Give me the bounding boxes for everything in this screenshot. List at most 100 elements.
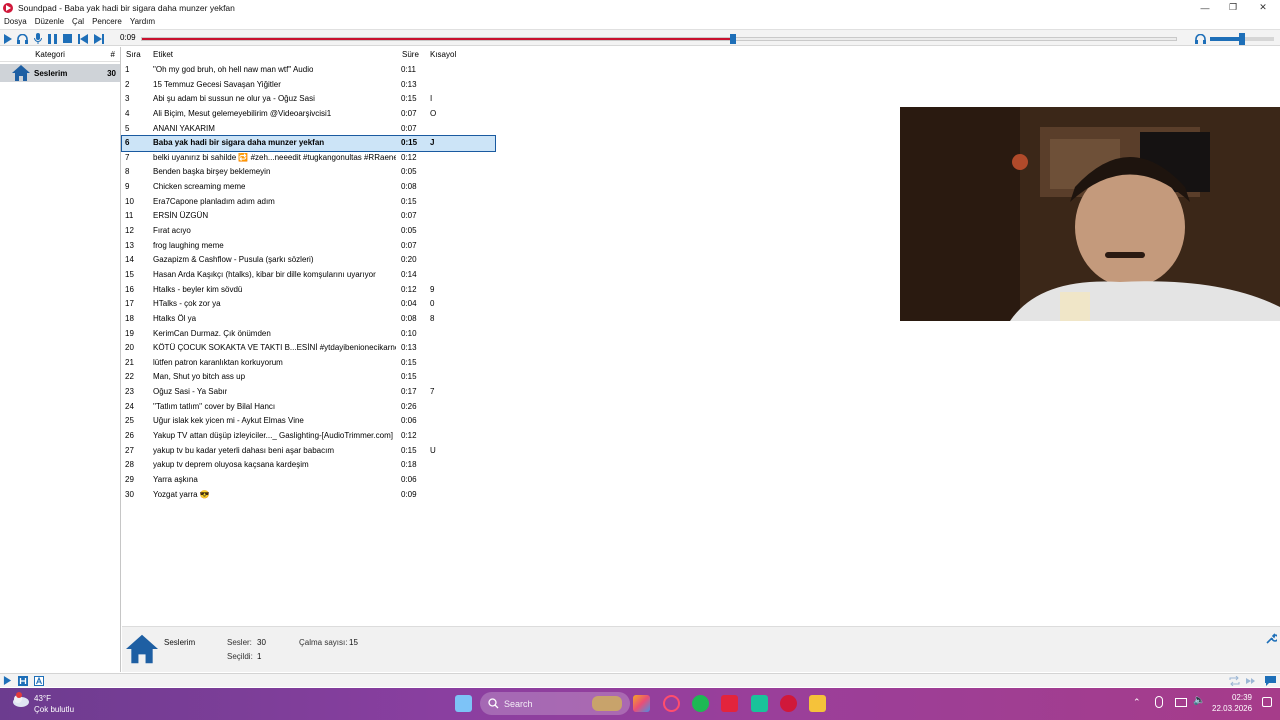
network-icon[interactable] <box>1175 698 1187 707</box>
soundpad-logo-icon <box>3 2 13 13</box>
table-row[interactable]: 16 Htalks - beyler kim sövdü 0:12 9 <box>122 283 502 298</box>
column-duration[interactable]: Süre <box>402 50 419 59</box>
weather-cloud-icon[interactable] <box>12 691 30 709</box>
table-row[interactable]: 29 Yarra aşkına 0:06 <box>122 473 502 488</box>
sound-list-header: Sıra Etiket Süre Kısayol <box>122 47 502 62</box>
table-row[interactable]: 5 ANANI YAKARIM 0:07 <box>122 122 502 137</box>
chevron-up-icon[interactable]: ⌃ <box>1133 697 1141 708</box>
table-row[interactable]: 30 Yozgat yarra 😎 0:09 <box>122 488 502 503</box>
column-label[interactable]: Etiket <box>153 50 173 59</box>
table-row[interactable]: 27 yakup tv bu kadar yeterli dahası beni … <box>122 444 502 459</box>
sound-duration: 0:20 <box>401 255 417 265</box>
volume-slider[interactable] <box>1210 33 1274 45</box>
menu-window[interactable]: Pencere <box>92 17 122 26</box>
table-row[interactable]: 18 Htalks Öl ya 0:08 8 <box>122 312 502 327</box>
table-row[interactable]: 28 yakup tv deprem oluyosa kaçsana kardeş… <box>122 458 502 473</box>
search-placeholder: Search <box>504 699 533 709</box>
table-row[interactable]: 1 "Oh my god bruh, oh hell naw man wtf" A… <box>122 63 502 78</box>
copilot-icon[interactable] <box>633 695 650 712</box>
play-small-icon[interactable] <box>3 676 12 685</box>
wrench-icon[interactable] <box>1266 633 1277 644</box>
table-row[interactable]: 14 Gazapizm & Cashflow - Pusula (şarkı sö… <box>122 253 502 268</box>
table-row[interactable]: 22 Man, Shut yo bitch ass up 0:15 <box>122 370 502 385</box>
table-row[interactable]: 17 HTalks - çok zor ya 0:04 0 <box>122 297 502 312</box>
file-explorer-icon[interactable] <box>809 695 826 712</box>
table-row[interactable]: 7 belki uyanırız bi sahilde 🔁 #zeh...neee… <box>122 151 502 166</box>
progress-thumb[interactable] <box>730 34 737 44</box>
sound-label: KerimCan Durmaz. Çık önümden <box>153 328 271 338</box>
category-header-label[interactable]: Kategori <box>0 50 100 59</box>
table-row[interactable]: 4 Ali Biçim, Mesut gelemeyebilirim @Video… <box>122 107 502 122</box>
table-row[interactable]: 26 Yakup TV attan düşüp izleyiciler..._ G… <box>122 429 502 444</box>
sound-hotkey: 9 <box>430 284 435 294</box>
previous-icon[interactable] <box>76 32 89 45</box>
next-icon[interactable] <box>92 32 105 45</box>
microphone-tray-icon[interactable] <box>1155 696 1163 708</box>
start-windows-icon[interactable] <box>455 695 472 712</box>
table-row[interactable]: 15 Hasan Arda Kaşıkçı (htalks), kibar bir… <box>122 268 502 283</box>
spotify-icon[interactable] <box>692 695 709 712</box>
menu-edit[interactable]: Düzenle <box>35 17 64 26</box>
menu-play[interactable]: Çal <box>72 17 84 26</box>
opera-icon[interactable] <box>663 695 680 712</box>
column-order[interactable]: Sıra <box>126 50 141 59</box>
sound-label: ''Tatlım tatlım'' cover by Bilal Hancı <box>153 401 276 411</box>
stop-icon[interactable] <box>61 32 74 45</box>
table-row[interactable]: 19 KerimCan Durmaz. Çık önümden 0:10 <box>122 327 502 342</box>
sound-duration: 0:07 <box>401 108 417 118</box>
soundpad-taskbar-icon[interactable] <box>780 695 797 712</box>
progress-bar[interactable] <box>141 34 1177 44</box>
sound-order: 16 <box>125 284 134 294</box>
minimize-icon[interactable]: — <box>1190 0 1220 15</box>
sound-duration: 0:15 <box>401 357 417 367</box>
sound-duration: 0:07 <box>401 123 417 133</box>
table-row[interactable]: 9 Chicken screaming meme 0:08 <box>122 180 502 195</box>
close-icon[interactable]: ✕ <box>1248 0 1278 15</box>
table-row[interactable]: 13 frog laughing meme 0:07 <box>122 239 502 254</box>
sound-order: 2 <box>125 79 130 89</box>
clock-date: 22.03.2026 <box>1212 704 1253 713</box>
table-row[interactable]: 20 KÖTÜ ÇOCUK SOKAKTA VE TAKTI B...ESİNİ … <box>122 341 502 356</box>
next-track-icon[interactable] <box>1245 676 1256 686</box>
pause-icon[interactable] <box>46 32 59 45</box>
play-icon[interactable] <box>1 32 14 45</box>
autoplay-a-icon[interactable] <box>34 676 44 686</box>
sound-label: Benden başka birşey beklemeyin <box>153 167 271 177</box>
table-row[interactable]: 12 Fırat acıyo 0:05 <box>122 224 502 239</box>
bottom-toolbar <box>0 673 1280 687</box>
pocket-icon[interactable] <box>721 695 738 712</box>
headphones-volume-icon[interactable] <box>1194 32 1207 45</box>
column-hotkey[interactable]: Kısayol <box>430 50 456 59</box>
app-green-icon[interactable] <box>751 695 768 712</box>
sound-label: Oğuz Sasi - Ya Sabır <box>153 387 228 397</box>
table-row[interactable]: 23 Oğuz Sasi - Ya Sabır 0:17 7 <box>122 385 502 400</box>
info-selected-label: Seçildi: <box>227 652 253 661</box>
notifications-icon[interactable] <box>1262 697 1272 707</box>
category-header: Kategori # <box>0 47 120 62</box>
category-item-seslerim[interactable]: Seslerim 30 <box>0 64 120 82</box>
repeat-icon[interactable] <box>1229 676 1240 686</box>
table-row[interactable]: 3 Abi şu adam bi sussun ne olur ya - Oğuz… <box>122 92 502 107</box>
table-row[interactable]: 6 Baba yak hadi bir sigara daha munzer ye… <box>121 135 496 152</box>
table-row[interactable]: 11 ERSİN ÜZGÜN 0:07 <box>122 209 502 224</box>
table-row[interactable]: 10 Era7Capone planladım adım adım 0:15 <box>122 195 502 210</box>
player-toolbar: 0:09 <box>0 29 1280 46</box>
hotkeys-h-icon[interactable] <box>18 676 28 686</box>
speaker-icon[interactable]: 🔈 <box>1193 695 1205 706</box>
taskbar-clock[interactable]: 02:39 22.03.2026 <box>1212 693 1252 713</box>
table-row[interactable]: 24 ''Tatlım tatlım'' cover by Bilal Hancı… <box>122 400 502 415</box>
microphone-icon[interactable] <box>31 32 44 45</box>
volume-thumb[interactable] <box>1239 33 1245 45</box>
maximize-icon[interactable]: ❐ <box>1218 0 1248 15</box>
table-row[interactable]: 25 Uğur islak kek yicen mi - Aykut Elmas … <box>122 414 502 429</box>
table-row[interactable]: 2 15 Temmuz Gecesi Savaşan Yiğitler 0:13 <box>122 78 502 93</box>
chat-icon[interactable] <box>1265 676 1276 686</box>
sound-label: Fırat acıyo <box>153 226 191 236</box>
category-header-count[interactable]: # <box>100 50 120 59</box>
table-row[interactable]: 21 lütfen patron karanlıktan korkuyorum 0:… <box>122 356 502 371</box>
menu-help[interactable]: Yardım <box>130 17 155 26</box>
taskbar-search[interactable]: Search <box>480 692 630 715</box>
menu-file[interactable]: Dosya <box>4 17 27 26</box>
table-row[interactable]: 8 Benden başka birşey beklemeyin 0:05 <box>122 165 502 180</box>
headphones-icon[interactable] <box>16 32 29 45</box>
